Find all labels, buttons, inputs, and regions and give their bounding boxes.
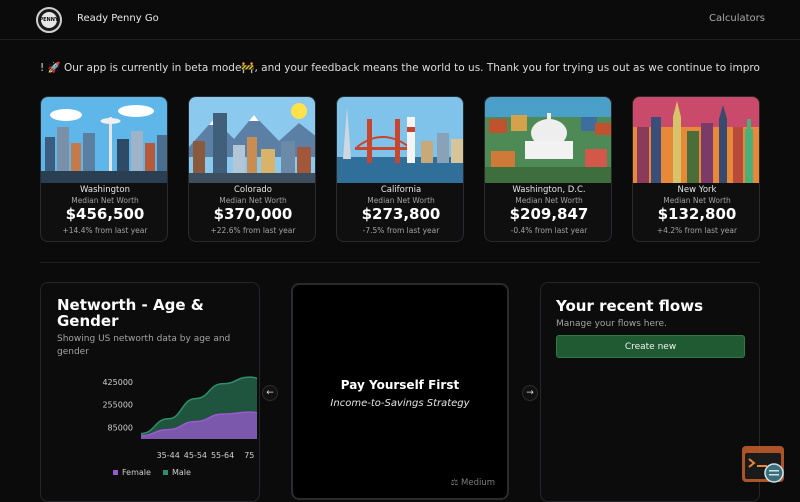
yoy-change: -7.5% from last year: [362, 226, 440, 235]
beta-banner: ! 🚀 Our app is currently in beta mode🚧, …: [40, 62, 760, 74]
panel-title: Networth - Age & Gender: [57, 296, 204, 330]
california-skyline-image: [337, 97, 463, 183]
legend-item-male: Male: [162, 468, 191, 477]
median-net-worth-value: $132,800: [657, 205, 737, 223]
logo-text: PENNY: [39, 12, 59, 28]
metric-label: Median Net Worth: [219, 196, 287, 205]
yoy-change: +22.6% from last year: [210, 226, 296, 235]
colorado-skyline-image: [189, 97, 315, 183]
carousel-prev-button[interactable]: ←: [262, 385, 278, 401]
section-divider: [40, 262, 760, 263]
state-card-new-york[interactable]: New York Median Net Worth $132,800 +4.2%…: [632, 96, 760, 242]
state-card-california[interactable]: California Median Net Worth $273,800 -7.…: [336, 96, 464, 242]
state-card-washington-dc[interactable]: Washington, D.C. Median Net Worth $209,8…: [484, 96, 612, 242]
strategy-card[interactable]: Pay Yourself First Income-to-Savings Str…: [291, 283, 509, 500]
carousel-next-button[interactable]: →: [522, 385, 538, 401]
yoy-change: -0.4% from last year: [510, 226, 588, 235]
brand-name[interactable]: Ready Penny Go: [77, 13, 159, 24]
yoy-change: +4.2% from last year: [656, 226, 738, 235]
washington-dc-skyline-image: [485, 97, 611, 183]
median-net-worth-value: $370,000: [213, 205, 293, 223]
arrow-right-icon: →: [526, 388, 534, 398]
state-name: Washington, D.C.: [512, 185, 586, 195]
yoy-change: +14.4% from last year: [62, 226, 148, 235]
legend-swatch: [113, 470, 118, 475]
state-cards-row: Washington Median Net Worth $456,500 +14…: [40, 96, 760, 242]
x-tick-label: 75 or older: [244, 451, 257, 460]
legend-item-female: Female: [113, 468, 151, 477]
recent-flows-panel: Your recent flows Manage your flows here…: [540, 282, 760, 502]
strategy-subtitle: Income-to-Savings Strategy: [330, 398, 470, 409]
create-new-flow-button[interactable]: Create new: [556, 335, 745, 358]
metric-label: Median Net Worth: [515, 196, 583, 205]
legend-swatch: [162, 470, 168, 475]
y-tick-label: 85000: [108, 424, 133, 433]
x-tick-label: 55-64: [211, 451, 234, 460]
x-tick-label: 35-44: [157, 451, 180, 460]
metric-label: Median Net Worth: [663, 196, 731, 205]
difficulty-badge: ⚖ Medium: [451, 478, 495, 488]
networth-area-chart: 425000 255000 85000 35-44 45-54 55-64 75 or ol…: [102, 376, 257, 460]
y-tick-label: 425000: [102, 378, 133, 387]
legend-label: Female: [122, 468, 151, 477]
state-card-colorado[interactable]: Colorado Median Net Worth $370,000 +22.6…: [188, 96, 316, 242]
difficulty-label: Medium: [461, 478, 495, 488]
nav-calculators-link[interactable]: Calculators: [709, 13, 765, 24]
panel-title: Your recent flows: [556, 297, 704, 315]
washington-skyline-image: [41, 97, 167, 183]
y-tick-label: 255000: [102, 401, 133, 410]
terminal-search-widget-icon[interactable]: [741, 445, 789, 487]
state-card-washington[interactable]: Washington Median Net Worth $456,500 +14…: [40, 96, 168, 242]
state-name: California: [380, 185, 422, 195]
state-name: New York: [677, 185, 717, 195]
metric-label: Median Net Worth: [71, 196, 139, 205]
median-net-worth-value: $209,847: [509, 205, 589, 223]
top-nav-bar: PENNY Ready Penny Go Calculators: [0, 0, 800, 40]
metric-label: Median Net Worth: [367, 196, 435, 205]
chart-legend: Female Male: [113, 468, 191, 477]
penny-logo[interactable]: PENNY: [36, 7, 62, 33]
state-name: Washington: [80, 185, 130, 195]
arrow-left-icon: ←: [266, 388, 274, 398]
median-net-worth-value: $456,500: [65, 205, 145, 223]
new-york-skyline-image: [633, 97, 759, 183]
state-name: Colorado: [234, 185, 272, 195]
median-net-worth-value: $273,800: [361, 205, 441, 223]
x-tick-label: 45-54: [184, 451, 207, 460]
legend-label: Male: [171, 468, 191, 477]
networth-age-gender-panel: Networth - Age & Gender Showing US netwo…: [40, 282, 260, 502]
panel-subtitle: Showing US networth data by age and gend…: [57, 334, 231, 357]
panel-subtitle: Manage your flows here.: [556, 319, 667, 329]
scale-icon: ⚖: [450, 478, 459, 488]
strategy-title: Pay Yourself First: [340, 378, 460, 392]
